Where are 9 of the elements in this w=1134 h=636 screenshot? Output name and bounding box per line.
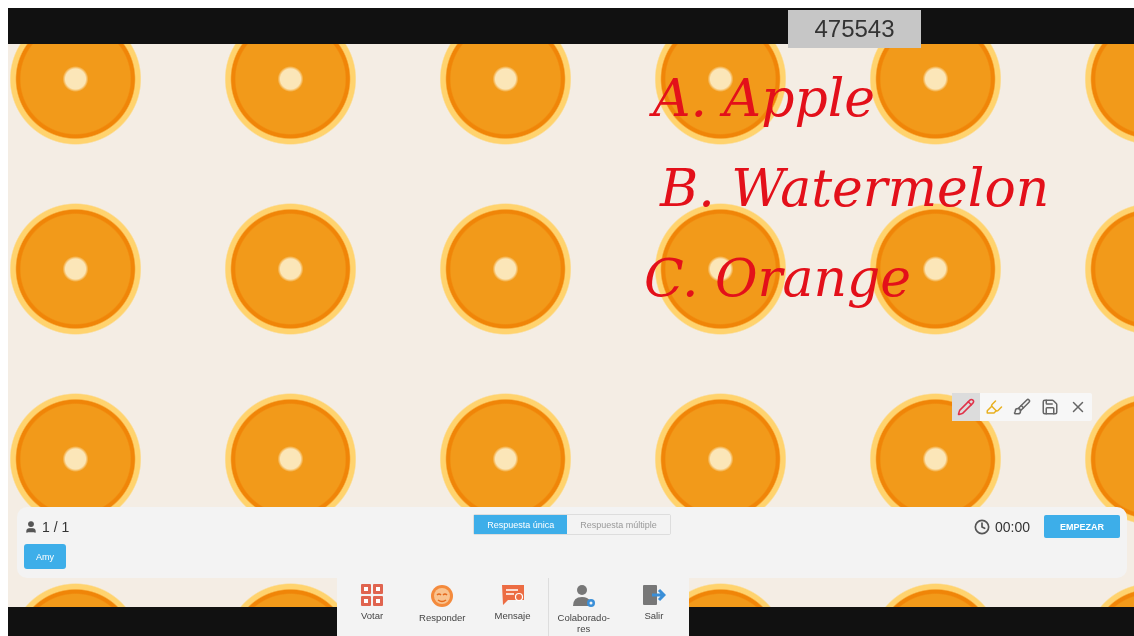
toolbar-button[interactable]: Votar: [337, 578, 408, 636]
toolbar-button[interactable]: Salir: [618, 578, 689, 636]
session-code: 475543: [788, 10, 921, 48]
toolbar-button[interactable]: Responder: [407, 578, 478, 636]
handwritten-text: B. Watermelon: [660, 162, 1050, 214]
toolbar-button[interactable]: Colaborado-res: [547, 578, 619, 636]
timer: 00:00: [994, 518, 1030, 535]
participant-count: 1 / 1: [42, 518, 70, 535]
toolbar-button[interactable]: Mensaje: [477, 578, 548, 636]
